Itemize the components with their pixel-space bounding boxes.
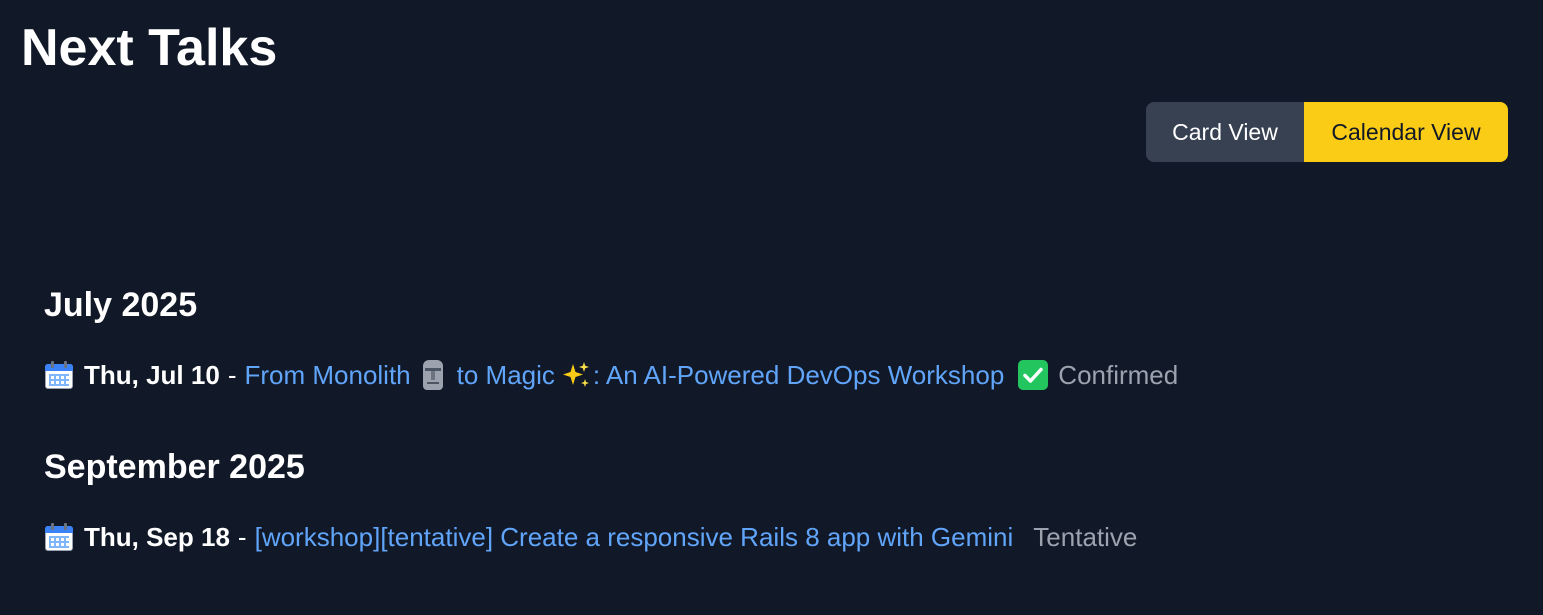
- month-heading-july: July 2025: [44, 286, 198, 324]
- calendar-view-button[interactable]: Calendar View: [1304, 102, 1508, 162]
- event-title-link[interactable]: [workshop][tentative] Create a responsiv…: [255, 520, 1014, 554]
- event-row: Thu, Sep 18 - [workshop][tentative] Crea…: [44, 520, 1137, 554]
- event-title-part: : An AI-Powered DevOps Workshop: [592, 360, 1005, 390]
- calendar-icon: [44, 522, 74, 552]
- month-heading-september: September 2025: [44, 448, 305, 486]
- event-date: Thu, Jul 10: [84, 360, 220, 390]
- event-row: Thu, Jul 10 - From Monolith to Magic : A…: [44, 358, 1178, 392]
- event-separator: -: [227, 360, 237, 390]
- page: Next Talks Card View Calendar View July …: [0, 0, 1543, 615]
- event-title-part: From Monolith: [244, 360, 411, 390]
- calendar-icon: [44, 360, 74, 390]
- event-status: Confirmed: [1058, 360, 1179, 390]
- event-separator: -: [237, 522, 247, 552]
- event-title-part: to Magic: [456, 360, 555, 390]
- page-title: Next Talks: [21, 19, 278, 77]
- event-title-link[interactable]: From Monolith to Magic : An AI-Powered D…: [244, 358, 1004, 392]
- moai-icon: [421, 360, 445, 390]
- sparkles-icon: [561, 360, 591, 390]
- view-toggle: Card View Calendar View: [1146, 102, 1508, 162]
- event-date: Thu, Sep 18: [84, 522, 230, 552]
- check-mark-icon: [1018, 360, 1049, 390]
- card-view-button[interactable]: Card View: [1146, 102, 1304, 162]
- event-status: Tentative: [1033, 522, 1138, 552]
